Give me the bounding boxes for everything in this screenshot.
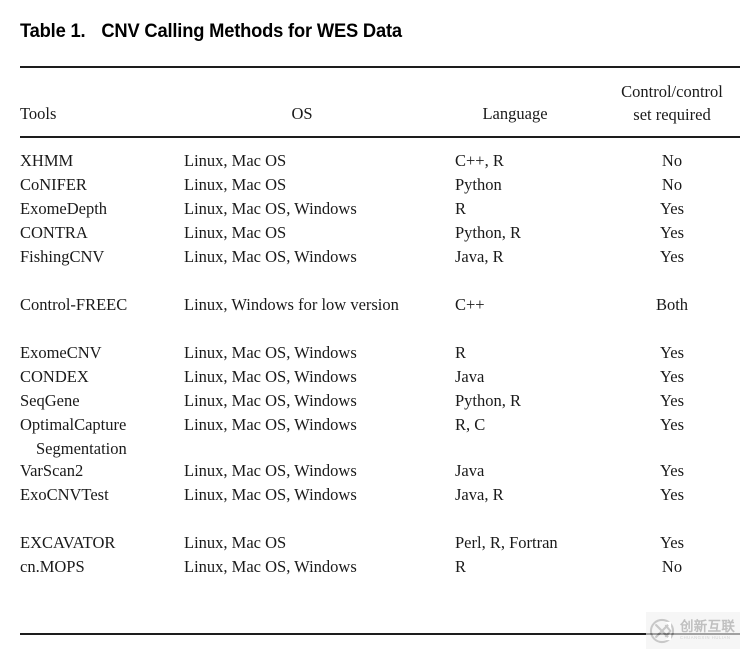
cell-tool: VarScan2 [20, 461, 84, 480]
table-row: cn.MOPS Linux, Mac OS, Windows R No [0, 556, 742, 580]
table-bottom-rule [20, 633, 740, 636]
watermark-text: 创新互联 CHUANGXIN HULIAN [680, 620, 735, 640]
cell-os: Linux, Mac OS, Windows [184, 199, 357, 218]
cell-tool: FishingCNV [20, 247, 105, 266]
cell-tool: ExomeDepth [20, 199, 108, 218]
cell-os: Linux, Mac OS, Windows [184, 343, 357, 362]
table-row: XHMM Linux, Mac OS C++, R No [0, 150, 742, 174]
table-row: ExoCNVTest Linux, Mac OS, Windows Java, R Y… [0, 484, 742, 508]
cell-language: Perl, R, Fortran [455, 533, 558, 552]
cell-tool: ExomeCNV [20, 343, 102, 362]
cell-tool: OptimalCapture [20, 415, 127, 434]
cell-language: R [455, 199, 467, 218]
cell-control-set: Yes [659, 391, 684, 410]
table-row: FishingCNV Linux, Mac OS, Windows Java, R Y… [0, 246, 742, 270]
table-row: CONTRA Linux, Mac OS Python, R Yes [0, 222, 742, 246]
watermark: 创新互联 CHUANGXIN HULIAN [646, 612, 740, 649]
table-top-rule [20, 66, 740, 69]
cell-language: C++ [455, 295, 485, 314]
cell-control-set: Yes [659, 247, 684, 266]
cell-language: Python, R [455, 391, 522, 410]
cell-control-set: Yes [659, 199, 684, 218]
cell-tool-continuation: Segmentation [36, 439, 127, 458]
table-number: Table 1. [20, 20, 86, 42]
column-header-control-line2: set required [633, 105, 711, 124]
cell-language: Java, R [455, 247, 504, 266]
table-row-continuation: Segmentation [0, 438, 742, 460]
cell-os: Linux, Mac OS [184, 151, 287, 170]
cell-tool: SeqGene [20, 391, 80, 410]
watermark-chinese: 创新互联 [680, 619, 736, 635]
cell-os: Linux, Mac OS, Windows [184, 485, 357, 504]
cell-control-set: No [661, 175, 683, 194]
table-body: XHMM Linux, Mac OS C++, R No CoNIFER Linux, M… [0, 150, 742, 580]
cell-control-set: Yes [659, 461, 684, 480]
table-row: VarScan2 Linux, Mac OS, Windows Java Yes [0, 460, 742, 484]
cell-language: Java [455, 461, 485, 480]
table-row: ExomeCNV Linux, Mac OS, Windows R Yes [0, 342, 742, 366]
cell-os: Linux, Mac OS, Windows [184, 415, 357, 434]
column-header-control-line1: Control/control [621, 82, 723, 101]
circled-x-logo-icon [649, 618, 675, 643]
cell-language: R [455, 557, 467, 576]
page-title: Table 1. CNV Calling Methods for WES Data [20, 20, 678, 43]
table-group-gap [0, 318, 742, 342]
column-header-control-set: Control/control set required [602, 80, 742, 126]
cell-language: Python [455, 175, 502, 194]
cell-control-set: Both [655, 295, 689, 314]
cell-os: Linux, Mac OS, Windows [184, 391, 357, 410]
table-row: OptimalCapture Linux, Mac OS, Windows R, C… [0, 414, 742, 438]
cell-language: C++, R [455, 151, 504, 170]
cell-control-set: No [661, 151, 683, 170]
cell-language: R [455, 343, 467, 362]
cell-tool: CoNIFER [20, 175, 87, 194]
table-row: EXCAVATOR Linux, Mac OS Perl, R, Fortran Ye… [0, 532, 742, 556]
cell-language: Python, R [455, 223, 522, 242]
cell-os: Linux, Windows for low version [184, 295, 399, 314]
table-row: CoNIFER Linux, Mac OS Python No [0, 174, 742, 198]
cell-os: Linux, Mac OS [184, 223, 287, 242]
cell-tool: cn.MOPS [20, 557, 85, 576]
cell-control-set: No [661, 557, 683, 576]
column-header-language: Language [482, 104, 548, 123]
table-group-gap [0, 270, 742, 294]
cell-tool: Control-FREEC [20, 295, 128, 314]
cell-control-set: Yes [659, 533, 684, 552]
cell-control-set: Yes [659, 485, 684, 504]
table-row: SeqGene Linux, Mac OS, Windows Python, R Ye… [0, 390, 742, 414]
cell-control-set: Yes [659, 367, 684, 386]
table-row: CONDEX Linux, Mac OS, Windows Java Yes [0, 366, 742, 390]
cell-language: R, C [455, 415, 486, 434]
cell-tool: EXCAVATOR [20, 533, 116, 552]
table-row: ExomeDepth Linux, Mac OS, Windows R Yes [0, 198, 742, 222]
table-row: Control-FREEC Linux, Windows for low vers… [0, 294, 742, 318]
cell-control-set: Yes [659, 223, 684, 242]
cell-os: Linux, Mac OS [184, 533, 287, 552]
column-header-tools: Tools [20, 104, 57, 123]
cell-os: Linux, Mac OS, Windows [184, 461, 357, 480]
column-header-os: OS [291, 104, 313, 123]
cell-tool: CONDEX [20, 367, 89, 386]
cell-tool: CONTRA [20, 223, 88, 242]
cell-os: Linux, Mac OS [184, 175, 287, 194]
watermark-pinyin: CHUANGXIN HULIAN [680, 635, 731, 641]
cell-os: Linux, Mac OS, Windows [184, 247, 357, 266]
cell-os: Linux, Mac OS, Windows [184, 557, 357, 576]
cell-tool: ExoCNVTest [20, 485, 109, 504]
cell-language: Java [455, 367, 485, 386]
cell-language: Java, R [455, 485, 504, 504]
table-group-gap [0, 508, 742, 532]
table-page: Table 1. CNV Calling Methods for WES Data… [0, 0, 742, 656]
table-header-rule [20, 136, 740, 139]
cell-os: Linux, Mac OS, Windows [184, 367, 357, 386]
cell-control-set: Yes [659, 343, 684, 362]
table-title-text: CNV Calling Methods for WES Data [101, 20, 402, 42]
cell-control-set: Yes [659, 415, 684, 434]
cell-tool: XHMM [20, 151, 74, 170]
